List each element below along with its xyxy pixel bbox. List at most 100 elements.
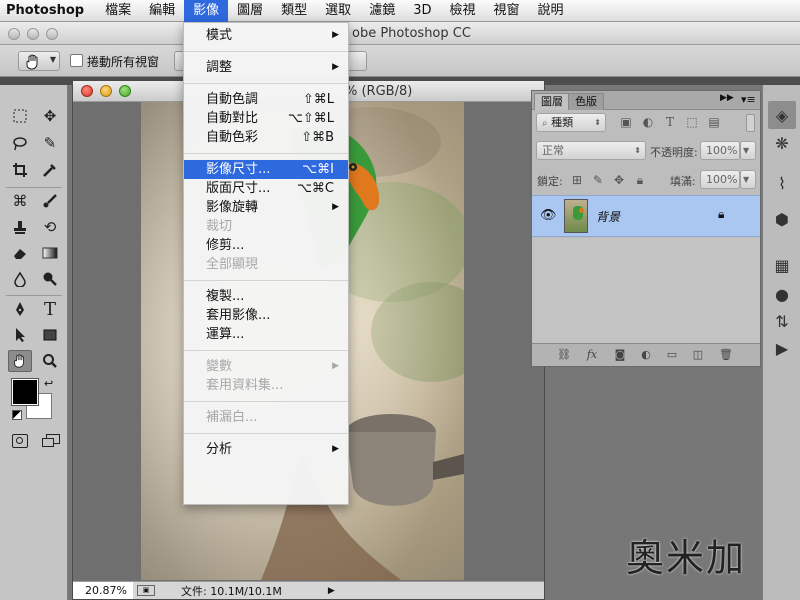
swap-colors-icon[interactable]: ↩ xyxy=(44,377,53,390)
image-menu-item[interactable]: 運算... xyxy=(184,325,348,344)
tab-layers[interactable]: 圖層 xyxy=(534,93,570,110)
tab-channels[interactable]: 色版 xyxy=(568,93,604,110)
clone-stamp-tool[interactable] xyxy=(8,216,32,238)
collapse-panel-icon[interactable]: ▶▶ xyxy=(720,93,734,103)
move-tool[interactable]: ✥ xyxy=(38,105,62,127)
channels-dock-button[interactable]: ❋ xyxy=(768,129,796,157)
layer-name[interactable]: 背景 xyxy=(596,208,620,225)
filter-type-icon[interactable]: T xyxy=(662,114,678,130)
image-menu-item[interactable]: 自動色彩 ⇧⌘B xyxy=(184,128,348,147)
lock-all-icon[interactable]: 🔒︎ xyxy=(632,173,648,189)
new-layer-icon[interactable]: ◫ xyxy=(690,347,706,363)
gradient-tool[interactable] xyxy=(38,242,62,264)
image-menu-item[interactable]: 影像尺寸... ⌥⌘I xyxy=(184,160,348,179)
zoom-level[interactable]: 20.87% xyxy=(73,582,133,599)
image-menu-item[interactable]: 修剪... xyxy=(184,236,348,255)
image-menu-item[interactable]: 版面尺寸... ⌥⌘C xyxy=(184,179,348,198)
minimize-window-button[interactable] xyxy=(27,28,39,40)
panel-menu-icon[interactable]: ▾≡ xyxy=(741,93,756,106)
filter-toggle[interactable] xyxy=(746,114,755,132)
add-mask-icon[interactable]: ◙ xyxy=(612,347,628,363)
image-menu-item[interactable]: 自動對比 ⌥⇧⌘L xyxy=(184,109,348,128)
filter-shape-icon[interactable]: ⬚ xyxy=(684,114,700,130)
menu-edit[interactable]: 編輯 xyxy=(140,0,184,22)
filter-pixel-icon[interactable]: ▣ xyxy=(618,114,634,130)
zoom-tool[interactable] xyxy=(38,350,62,372)
marquee-tool[interactable] xyxy=(8,105,32,127)
pen-tool[interactable] xyxy=(8,298,32,320)
image-menu-item[interactable]: 調整 ▶ xyxy=(184,58,348,77)
lock-transparent-icon[interactable]: ⊞ xyxy=(569,173,585,189)
trash-icon[interactable]: 🗑︎ xyxy=(718,347,734,363)
menu-help[interactable]: 說明 xyxy=(529,0,573,22)
layer-filter-select[interactable]: ⌕ 種類 ⬍ xyxy=(536,113,606,132)
type-tool[interactable]: T xyxy=(38,298,62,320)
app-menu[interactable]: Photoshop xyxy=(0,0,96,22)
close-window-button[interactable] xyxy=(8,28,20,40)
zoom-document-button[interactable] xyxy=(119,85,131,97)
blur-tool[interactable] xyxy=(8,268,32,290)
new-group-icon[interactable]: ▭ xyxy=(664,347,680,363)
menu-filter[interactable]: 濾鏡 xyxy=(360,0,404,22)
rectangle-tool[interactable] xyxy=(38,324,62,346)
swatches-dock-button[interactable]: ▦ xyxy=(768,251,796,279)
quick-selection-tool[interactable]: ✎ xyxy=(38,132,62,154)
layers-dock-button[interactable]: ◈ xyxy=(768,101,796,129)
crop-tool[interactable] xyxy=(8,159,32,181)
history-brush-tool[interactable]: ⟲ xyxy=(38,216,62,238)
image-menu-item[interactable]: 分析 ▶ xyxy=(184,440,348,459)
menu-3d[interactable]: 3D xyxy=(404,0,440,22)
menu-file[interactable]: 檔案 xyxy=(96,0,140,22)
history-dock-button[interactable]: ⇅ xyxy=(768,307,796,335)
eraser-tool[interactable] xyxy=(8,242,32,264)
filter-adjustment-icon[interactable]: ◐ xyxy=(640,114,656,130)
screen-mode-button[interactable] xyxy=(42,434,60,448)
image-menu-item[interactable]: 模式 ▶ xyxy=(184,26,348,45)
lasso-tool[interactable] xyxy=(8,132,32,154)
adjustment-layer-icon[interactable]: ◐ xyxy=(638,347,654,363)
fill-dropdown[interactable]: ▼ xyxy=(740,170,756,189)
status-menu-arrow[interactable]: ▶ xyxy=(328,586,335,596)
scroll-all-checkbox[interactable] xyxy=(70,54,83,67)
eye-icon[interactable]: 👁︎ xyxy=(540,208,557,223)
hand-tool-preset[interactable]: ▼ xyxy=(18,51,60,71)
image-menu-item[interactable]: 套用影像... xyxy=(184,306,348,325)
menu-view[interactable]: 檢視 xyxy=(440,0,484,22)
export-icon[interactable]: ▣ xyxy=(137,585,155,596)
color-dock-button[interactable]: ● xyxy=(768,280,796,308)
image-menu-item[interactable]: 複製... xyxy=(184,287,348,306)
fill-field[interactable]: 100% xyxy=(700,170,740,189)
filter-smart-object-icon[interactable]: ▤ xyxy=(706,114,722,130)
menu-layer[interactable]: 圖層 xyxy=(228,0,272,22)
fx-icon[interactable]: fx xyxy=(584,347,600,363)
image-menu-item[interactable]: 自動色調 ⇧⌘L xyxy=(184,90,348,109)
menu-image[interactable]: 影像 xyxy=(184,0,229,22)
foreground-color-swatch[interactable] xyxy=(11,378,39,406)
opacity-dropdown[interactable]: ▼ xyxy=(740,141,756,160)
default-colors-icon[interactable] xyxy=(12,410,22,420)
close-document-button[interactable] xyxy=(81,85,93,97)
eyedropper-tool[interactable] xyxy=(38,159,62,181)
healing-brush-tool[interactable]: ⌘ xyxy=(8,190,32,212)
blend-mode-select[interactable]: 正常 ⬍ xyxy=(536,141,646,160)
hand-tool[interactable] xyxy=(8,350,32,372)
quick-mask-button[interactable] xyxy=(12,434,28,448)
opacity-field[interactable]: 100% xyxy=(700,141,740,160)
menu-select[interactable]: 選取 xyxy=(316,0,360,22)
3d-dock-button[interactable]: ⬢ xyxy=(768,205,796,233)
zoom-window-button[interactable] xyxy=(46,28,58,40)
lock-image-icon[interactable]: ✎ xyxy=(590,173,606,189)
menu-window[interactable]: 視窗 xyxy=(485,0,529,22)
actions-dock-button[interactable]: ▶ xyxy=(768,334,796,362)
minimize-document-button[interactable] xyxy=(100,85,112,97)
dodge-tool[interactable] xyxy=(38,268,62,290)
brush-tool[interactable] xyxy=(38,190,62,212)
lock-position-icon[interactable]: ✥ xyxy=(611,173,627,189)
image-menu-item[interactable]: 影像旋轉 ▶ xyxy=(184,198,348,217)
menu-type[interactable]: 類型 xyxy=(272,0,316,22)
link-layers-icon[interactable]: ⛓ xyxy=(556,347,572,363)
layers-list-empty-area[interactable] xyxy=(532,238,760,343)
layer-row-background[interactable]: 👁︎ 背景 🔒︎ xyxy=(532,195,760,237)
path-selection-tool[interactable] xyxy=(8,324,32,346)
paths-dock-button[interactable]: ⌇ xyxy=(768,169,796,197)
